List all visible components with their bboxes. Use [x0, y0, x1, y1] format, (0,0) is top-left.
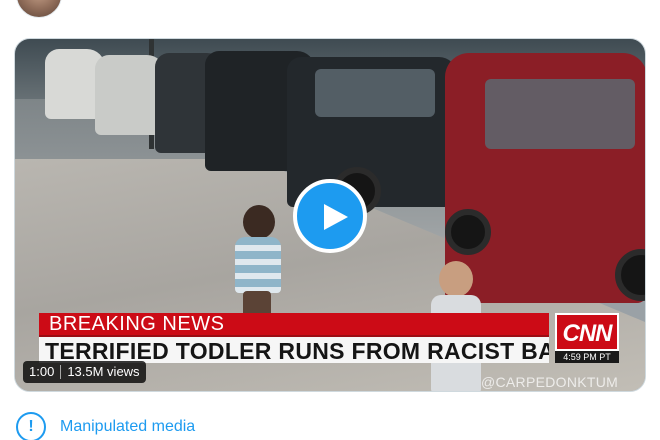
- car-window: [485, 79, 635, 149]
- manipulated-media-link[interactable]: Manipulated media: [60, 412, 195, 440]
- badge-divider: [60, 365, 62, 379]
- video-duration-badge: 1:00 13.5M views: [23, 361, 146, 383]
- video-duration: 1:00: [29, 364, 55, 379]
- play-button[interactable]: [293, 179, 367, 253]
- news-lower-third: BREAKING NEWS TERRIFIED TODLER RUNS FROM…: [39, 313, 625, 363]
- video-watermark: @CARPEDONKTUM: [481, 374, 619, 390]
- exclamation-icon: !: [16, 412, 46, 440]
- video-views: 13.5M views: [67, 364, 140, 379]
- car-window: [315, 69, 435, 117]
- author-avatar[interactable]: [16, 0, 62, 18]
- network-logo: CNN: [555, 313, 619, 351]
- banner-headline-bottom: TERRIFIED TODLER RUNS FROM RACIST BABY: [39, 335, 549, 363]
- car-wheel: [445, 209, 491, 255]
- play-icon: [324, 204, 348, 230]
- network-timestamp: 4:59 PM PT: [555, 351, 619, 363]
- banner-headline-top: BREAKING NEWS: [39, 313, 549, 335]
- manipulated-media-notice[interactable]: ! Manipulated media: [16, 412, 195, 440]
- video-media-card[interactable]: BREAKING NEWS TERRIFIED TODLER RUNS FROM…: [14, 38, 646, 392]
